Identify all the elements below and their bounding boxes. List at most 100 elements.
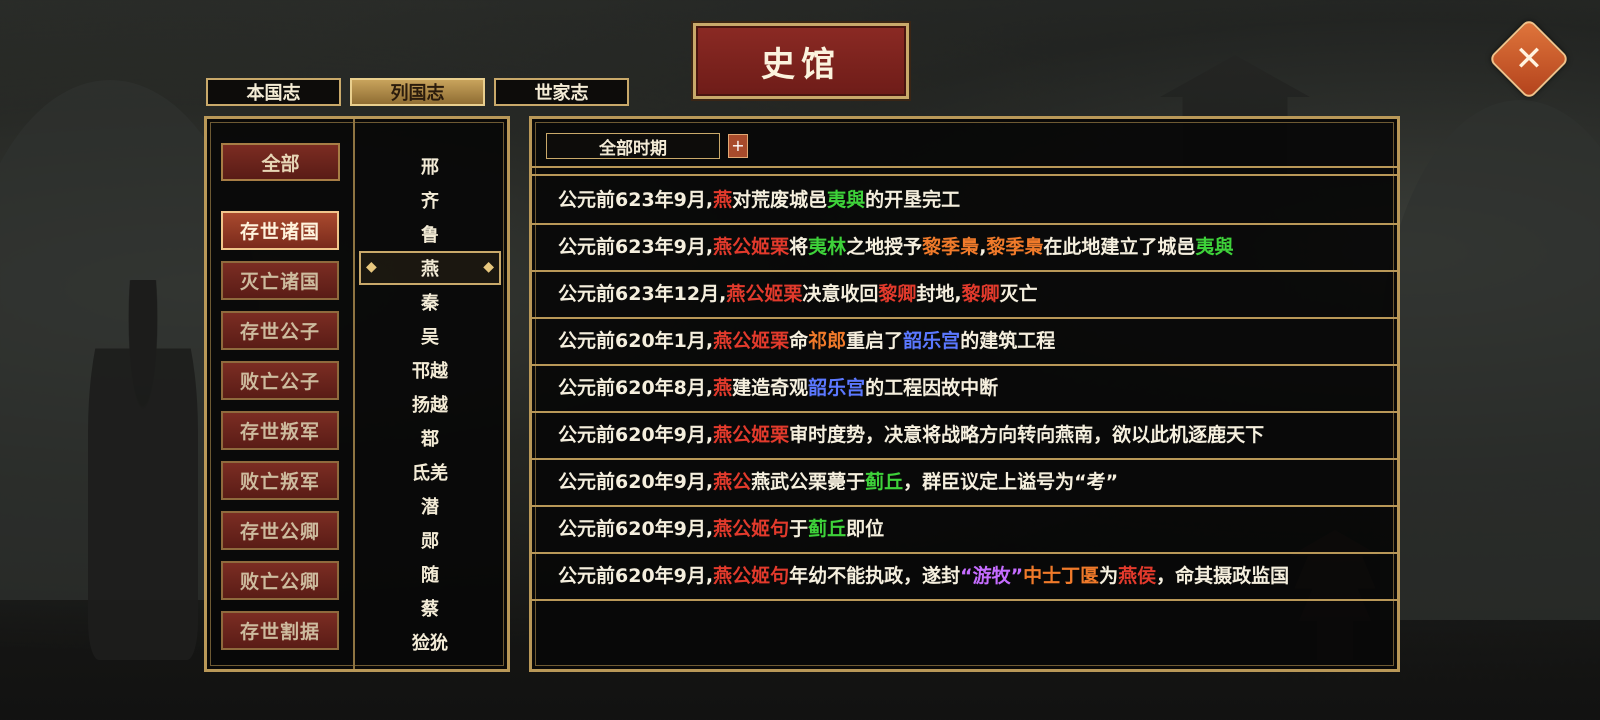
period-add-button[interactable]: + [728,134,748,158]
state-item[interactable]: 猃狁 [357,625,503,659]
event-text: 即位 [846,518,885,540]
event-highlight[interactable]: 燕公 [713,471,751,493]
event-text: 灭亡 [999,283,1038,305]
chronicle-panel: 全部时期 + 公元前623年9月,燕对荒废城邑夷與的开垦完工 公元前623年9月,… [529,116,1400,672]
period-filter: 全部时期 + [546,132,748,160]
state-item[interactable]: 蔡 [357,591,503,625]
background-scholar-silhouette [88,280,198,660]
event-entry: 公元前620年9月,燕公姬句年幼不能执政，遂封“游牧”中士丁匽为燕侯，命其摄政监… [532,554,1397,601]
event-text: 公元前620年1月, [558,330,714,352]
period-dropdown[interactable]: 全部时期 [546,133,720,159]
state-item[interactable]: 氐羌 [357,455,503,489]
event-highlight[interactable]: 黎卿 [878,283,916,305]
event-text: 公元前620年9月, [558,424,714,446]
event-list[interactable]: 公元前623年9月,燕对荒废城邑夷與的开垦完工 公元前623年9月,燕公姬栗将夷林… [532,178,1397,668]
event-highlight[interactable]: 夷與 [827,189,865,211]
state-item[interactable]: 鲁 [357,217,503,251]
event-text: 公元前620年9月, [558,518,714,540]
panel-divider [353,119,355,669]
event-highlight[interactable]: 黎季梟 [986,236,1043,258]
event-highlight[interactable]: 韶乐宫 [808,377,865,399]
state-item[interactable]: 扬越 [357,387,503,421]
event-highlight[interactable]: 中士丁匽 [1023,565,1099,587]
event-highlight[interactable]: 燕公姬句 [713,565,789,587]
event-highlight[interactable]: 蓟丘 [865,471,903,493]
state-item[interactable]: 郧 [357,523,503,557]
tab-own-state[interactable]: 本国志 [206,78,341,106]
state-item[interactable]: 鄀 [357,421,503,455]
category-fallen-ministers[interactable]: 败亡公卿 [221,561,339,600]
event-entry: 公元前620年1月,燕公姬栗命祁郎重启了韶乐宫的建筑工程 [532,319,1397,366]
category-all-button[interactable]: 全部 [221,143,340,181]
event-text: 公元前623年9月, [558,189,714,211]
category-existing-princes[interactable]: 存世公子 [221,311,339,350]
state-item[interactable]: 燕 [359,251,501,285]
event-text: 的工程因故中断 [865,377,999,399]
state-item[interactable]: 随 [357,557,503,591]
state-item[interactable]: 邗越 [357,353,503,387]
event-highlight[interactable]: 黎季梟 [922,236,979,258]
event-highlight[interactable]: 燕公姬句 [713,518,789,540]
event-highlight[interactable]: 蓟丘 [808,518,846,540]
event-highlight[interactable]: 夷與 [1195,236,1233,258]
event-text: 封地, [916,283,962,305]
event-highlight[interactable]: 祁郎 [808,330,846,352]
state-item[interactable]: 秦 [357,285,503,319]
category-existing-rebels[interactable]: 存世叛军 [221,411,339,450]
category-existing-warlords[interactable]: 存世割据 [221,611,339,650]
event-entry: 公元前623年9月,燕公姬栗将夷林之地授予黎季梟,黎季梟在此地建立了城邑夷與 [532,225,1397,272]
event-entry: 公元前620年9月,燕公姬句于蓟丘即位 [532,507,1397,554]
event-text: 的建筑工程 [960,330,1056,352]
event-text: 年幼不能执政，遂封 [789,565,961,587]
event-entry: 公元前623年12月,燕公姬栗决意收回黎卿封地,黎卿灭亡 [532,272,1397,319]
event-highlight[interactable]: 燕 [713,189,732,211]
state-item[interactable]: 潜 [357,489,503,523]
close-button[interactable]: ✕ [1487,17,1571,101]
event-entry: 公元前620年9月,燕公姬栗审时度势，决意将战略方向转向燕南，欲以此机逐鹿天下 [532,413,1397,460]
event-highlight[interactable]: 韶乐宫 [903,330,960,352]
event-highlight[interactable]: “游牧” [960,565,1023,587]
category-fallen-rebels[interactable]: 败亡叛军 [221,461,339,500]
state-item[interactable]: 齐 [357,183,503,217]
state-item[interactable]: 吴 [357,319,503,353]
event-text: 公元前623年9月, [558,236,714,258]
event-text: 将 [789,236,809,258]
state-item[interactable]: 邢 [357,149,503,183]
state-list[interactable]: 邢齐鲁燕秦吴邗越扬越鄀氐羌潜郧随蔡猃狁 [357,149,503,659]
filter-panel: 全部 存世诸国 灭亡诸国 存世公子 败亡公子 存世叛军 败亡叛军 存世公卿 败亡… [204,116,510,672]
event-text: 于 [789,518,809,540]
event-highlight[interactable]: 燕公姬栗 [713,330,789,352]
event-text: 之地授予 [846,236,923,258]
event-text: 公元前620年9月, [558,565,714,587]
event-highlight[interactable]: 燕公姬栗 [713,236,789,258]
event-highlight[interactable]: 燕公姬栗 [726,283,802,305]
tab-noble-houses[interactable]: 世家志 [494,78,629,106]
event-text: ，命其摄政监国 [1156,565,1290,587]
header-divider [532,166,1397,176]
event-highlight[interactable]: 燕公姬栗 [713,424,789,446]
event-text: 重启了 [846,330,904,352]
category-list: 存世诸国 灭亡诸国 存世公子 败亡公子 存世叛军 败亡叛军 存世公卿 败亡公卿 … [221,211,339,661]
category-existing-ministers[interactable]: 存世公卿 [221,511,339,550]
event-text: 公元前620年8月, [558,377,714,399]
event-text: 审时度势，决意将战略方向转向燕南，欲以此机逐鹿天下 [789,424,1265,446]
event-entry: 公元前623年9月,燕对荒废城邑夷與的开垦完工 [532,178,1397,225]
page-title: 史馆 [693,23,909,99]
event-text: 燕武公栗薨于 [751,471,866,493]
event-highlight[interactable]: 燕 [713,377,732,399]
event-text: 公元前623年12月, [558,283,727,305]
event-highlight[interactable]: 夷林 [808,236,846,258]
close-x-icon: ✕ [1514,39,1544,79]
event-text: 建造奇观 [732,377,809,399]
event-text: 为 [1099,565,1119,587]
event-text: 公元前620年9月, [558,471,714,493]
event-highlight[interactable]: 黎卿 [962,283,1000,305]
category-existing-states[interactable]: 存世诸国 [221,211,339,250]
event-text: 决意收回 [802,283,879,305]
category-fallen-states[interactable]: 灭亡诸国 [221,261,339,300]
event-text: 的开垦完工 [865,189,961,211]
category-fallen-princes[interactable]: 败亡公子 [221,361,339,400]
tab-bar: 本国志 列国志 世家志 [206,78,629,106]
tab-other-states[interactable]: 列国志 [350,78,485,106]
event-highlight[interactable]: 燕侯 [1118,565,1156,587]
